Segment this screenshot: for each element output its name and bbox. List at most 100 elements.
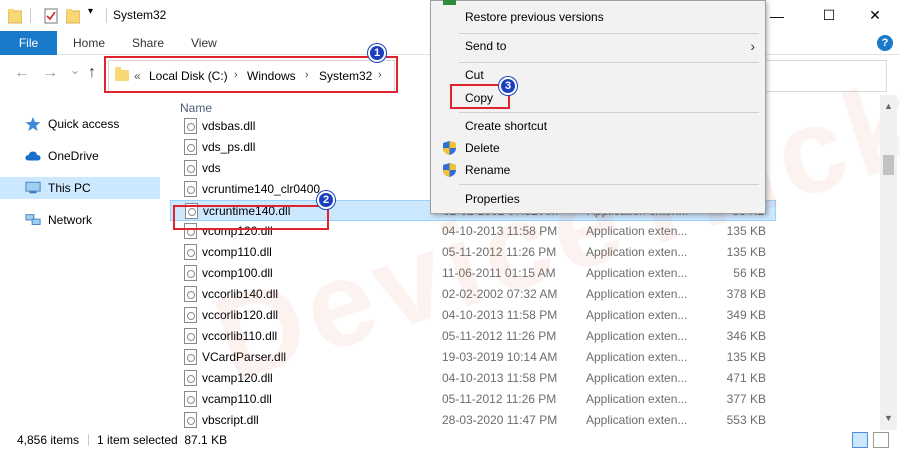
menu-item-send-to[interactable]: Send to › [431,35,765,57]
dll-file-icon [184,139,197,155]
file-name: vdsbas.dll [202,119,256,133]
file-size: 377 KB [726,392,766,406]
maximize-button[interactable]: ☐ [806,0,852,31]
file-type: Application exten... [586,371,688,385]
file-name: vccorlib120.dll [202,308,279,322]
up-button[interactable]: ↑ [88,64,96,82]
file-name: vds_ps.dll [202,140,256,154]
file-row[interactable]: vccorlib110.dll 05-11-2012 11:26 PM Applic… [170,326,776,347]
network-icon [25,214,41,225]
customize-quick-access-icon[interactable]: ▾ [88,6,93,17]
menu-label: Delete [465,141,500,155]
nav-label: This PC [48,181,91,195]
help-button[interactable]: ? [877,35,893,51]
file-type: Application exten... [586,266,688,280]
file-row[interactable]: vbscript.dll 28-03-2020 11:47 PM Applicati… [170,410,776,430]
scroll-up-icon[interactable]: ▲ [884,101,893,111]
step-badge-1: 1 [368,44,386,62]
file-size: 135 KB [726,350,766,364]
menu-item-cut[interactable]: Cut [431,64,765,86]
callout-address-bar [104,56,398,93]
computer-icon [25,181,41,194]
file-size: 378 KB [726,287,766,301]
file-row[interactable]: VCardParser.dll 19-03-2019 10:14 AM Applic… [170,347,776,368]
menu-item-rename[interactable]: Rename [431,159,765,181]
step-badge-2: 2 [317,191,335,209]
menu-item-restore-previous-versions[interactable]: Restore previous versions [431,6,765,28]
file-row[interactable]: vcomp100.dll 11-06-2011 01:15 AM Applicati… [170,263,776,284]
file-date: 05-11-2012 11:26 PM [442,392,557,406]
dll-file-icon [184,181,197,197]
tab-file[interactable]: File [0,31,57,55]
file-date: 02-02-2002 07:32 AM [442,287,558,301]
file-row[interactable]: vcomp110.dll 05-11-2012 11:26 PM Applicati… [170,242,776,263]
dll-file-icon [184,118,197,134]
menu-item-delete[interactable]: Delete [431,137,765,159]
menu-item-properties[interactable]: Properties [431,188,765,210]
file-date: 04-10-2013 11:58 PM [442,371,558,385]
file-name: vcomp100.dll [202,266,273,280]
nav-this-pc[interactable]: This PC [0,177,160,199]
properties-icon[interactable] [44,8,58,24]
file-row[interactable]: vccorlib120.dll 04-10-2013 11:58 PM Applic… [170,305,776,326]
tab-home[interactable]: Home [73,31,105,55]
recent-locations-button[interactable]: ⌄ [70,63,80,77]
status-bar: 4,856 items 1 item selected 87.1 KB [0,430,900,450]
file-type: Application exten... [586,413,688,427]
file-size: 346 KB [726,329,766,343]
cloud-icon [25,151,41,161]
tab-view[interactable]: View [191,31,217,55]
dll-file-icon [184,391,197,407]
file-date: 28-03-2020 11:47 PM [442,413,558,427]
uac-shield-icon [443,163,456,177]
file-row[interactable]: vcamp120.dll 04-10-2013 11:58 PM Applicati… [170,368,776,389]
nav-label: Quick access [48,117,120,131]
file-type: Application exten... [586,392,688,406]
dll-file-icon [184,328,197,344]
scroll-down-icon[interactable]: ▼ [884,413,893,423]
new-folder-icon[interactable] [66,8,80,24]
menu-label: Create shortcut [465,119,548,133]
file-type: Application exten... [586,308,688,322]
folder-icon [8,9,22,24]
tab-share[interactable]: Share [132,31,164,55]
dll-file-icon [184,265,197,281]
nav-quick-access[interactable]: Quick access [0,113,160,135]
file-name: vccorlib110.dll [202,329,278,343]
file-date: 05-11-2012 11:26 PM [442,329,557,343]
file-size: 471 KB [726,371,766,385]
step-badge-3: 3 [499,77,517,95]
dll-file-icon [184,160,197,176]
menu-label: Rename [465,163,511,177]
file-size: 349 KB [726,308,766,322]
file-name: vcomp110.dll [202,245,272,259]
menu-label: Send to [465,39,507,53]
details-view-button[interactable] [852,432,868,448]
forward-button[interactable]: → [42,64,58,82]
vertical-scrollbar[interactable]: ▲ ▼ [880,95,897,430]
dll-file-icon [184,412,197,428]
selection-info: 1 item selected 87.1 KB [97,433,228,447]
file-row[interactable]: vcamp110.dll 05-11-2012 11:26 PM Applicati… [170,389,776,410]
file-size: 135 KB [726,245,766,259]
uac-shield-icon [443,141,456,155]
column-header-name[interactable]: Name [180,101,212,115]
large-icons-view-button[interactable] [873,432,889,448]
back-button[interactable]: ← [14,64,30,82]
nav-label: Network [48,213,93,227]
close-button[interactable]: ✕ [852,0,898,31]
dll-file-icon [184,349,197,365]
menu-item-create-shortcut[interactable]: Create shortcut [431,115,765,137]
file-date: 05-11-2012 11:26 PM [442,245,557,259]
callout-selected-file [173,205,329,230]
file-size: 553 KB [726,413,766,427]
scroll-thumb[interactable] [883,155,894,175]
menu-label: Cut [465,68,484,82]
item-count: 4,856 items [17,433,80,447]
nav-network[interactable]: Network [0,209,160,231]
search-box[interactable] [765,60,887,92]
nav-onedrive[interactable]: OneDrive [0,145,160,167]
file-name: vcruntime140_clr0400 [202,182,321,196]
file-name: vcamp120.dll [202,371,273,385]
file-row[interactable]: vccorlib140.dll 02-02-2002 07:32 AM Applic… [170,284,776,305]
